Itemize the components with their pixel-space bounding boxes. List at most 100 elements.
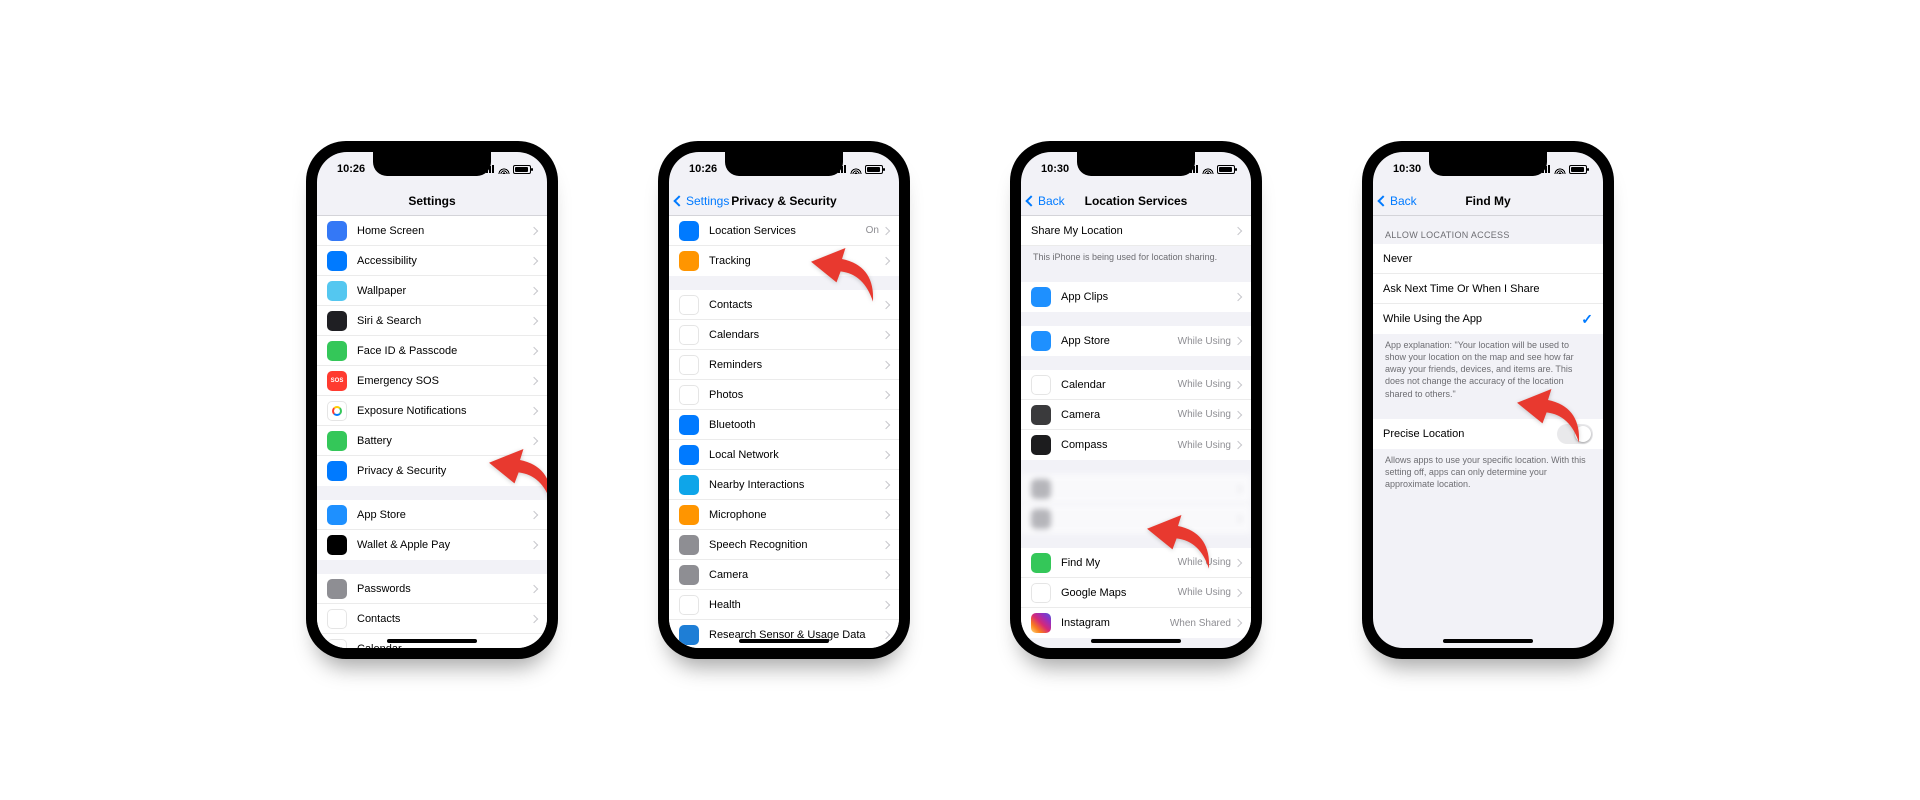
row-accessibility[interactable]: Accessibility [317, 246, 547, 276]
footer-text: This iPhone is being used for location s… [1021, 246, 1251, 268]
chevron-right-icon [530, 436, 538, 444]
share-location-row[interactable]: Share My Location [1021, 216, 1251, 246]
row-camera-p[interactable]: Camera [669, 560, 899, 590]
privacy-icon [327, 461, 347, 481]
row-exposure[interactable]: Exposure Notifications [317, 396, 547, 426]
row-health[interactable]: Health [669, 590, 899, 620]
home-indicator[interactable] [1091, 639, 1181, 643]
row-app-store[interactable]: App StoreWhile Using [1021, 326, 1251, 356]
row-calendar[interactable]: CalendarWhile Using [1021, 370, 1251, 400]
camera-p-icon [679, 565, 699, 585]
wifi-icon [850, 165, 862, 174]
row-privacy[interactable]: Privacy & Security [317, 456, 547, 486]
app-store-icon [327, 505, 347, 525]
photos-icon [679, 385, 699, 405]
row-label: Wallet & Apple Pay [357, 539, 531, 551]
tracking-icon [679, 251, 699, 271]
row-camera[interactable]: CameraWhile Using [1021, 400, 1251, 430]
toggle-switch[interactable] [1557, 424, 1593, 444]
row-find-my[interactable]: Find MyWhile Using [1021, 548, 1251, 578]
wallpaper-icon [327, 281, 347, 301]
back-button[interactable]: Back [1027, 186, 1065, 215]
row-ask[interactable]: Ask Next Time Or When I Share [1373, 274, 1603, 304]
row-local-network[interactable]: Local Network [669, 440, 899, 470]
page-title: Find My [1465, 194, 1510, 208]
row-label: Health [709, 599, 883, 611]
siri-icon [327, 311, 347, 331]
row-siri[interactable]: Siri & Search [317, 306, 547, 336]
row-label: Find My [1061, 557, 1178, 569]
row-photos[interactable]: Photos [669, 380, 899, 410]
row-contacts[interactable]: Contacts [669, 290, 899, 320]
row-label: Calendar [1061, 379, 1178, 391]
row-wallet[interactable]: Wallet & Apple Pay [317, 530, 547, 560]
row-wallpaper[interactable]: Wallpaper [317, 276, 547, 306]
row-compass[interactable]: CompassWhile Using [1021, 430, 1251, 460]
home-indicator[interactable] [387, 639, 477, 643]
row-label: Siri & Search [357, 315, 531, 327]
chevron-right-icon [882, 330, 890, 338]
back-button[interactable]: Settings [675, 186, 729, 215]
row-while[interactable]: While Using the App✓ [1373, 304, 1603, 334]
row-blur1[interactable] [1021, 474, 1251, 504]
row-label: While Using the App [1383, 313, 1581, 325]
nav-bar: Back Location Services [1021, 186, 1251, 216]
home-indicator[interactable] [739, 639, 829, 643]
notch [1429, 152, 1547, 176]
chevron-right-icon [1234, 484, 1242, 492]
chevron-right-icon [882, 630, 890, 638]
row-home-screen[interactable]: Home Screen [317, 216, 547, 246]
chevron-left-icon [1025, 195, 1036, 206]
row-app-store[interactable]: App Store [317, 500, 547, 530]
row-label: Privacy & Security [357, 465, 531, 477]
row-never[interactable]: Never [1373, 244, 1603, 274]
chevron-right-icon [882, 257, 890, 265]
research-icon [679, 625, 699, 645]
row-blur2[interactable] [1021, 504, 1251, 534]
row-bluetooth[interactable]: Bluetooth [669, 410, 899, 440]
passwords-icon [327, 579, 347, 599]
row-label: Camera [709, 569, 883, 581]
row-label: Instagram [1061, 617, 1170, 629]
row-tracking[interactable]: Tracking [669, 246, 899, 276]
row-instagram[interactable]: InstagramWhen Shared [1021, 608, 1251, 638]
chevron-right-icon [1234, 226, 1242, 234]
nav-bar: Back Find My [1373, 186, 1603, 216]
row-battery[interactable]: Battery [317, 426, 547, 456]
bluetooth-icon [679, 415, 699, 435]
contacts-icon [679, 295, 699, 315]
back-button[interactable]: Back [1379, 186, 1417, 215]
row-label: Compass [1061, 439, 1178, 451]
row-reminders-p[interactable]: Reminders [669, 350, 899, 380]
row-label: Calendar [357, 643, 531, 649]
battery-icon [1217, 165, 1235, 174]
row-passwords[interactable]: Passwords [317, 574, 547, 604]
row-label: Exposure Notifications [357, 405, 531, 417]
local-network-icon [679, 445, 699, 465]
row-contacts[interactable]: Contacts [317, 604, 547, 634]
row-label: Location Services [709, 225, 866, 237]
row-microphone[interactable]: Microphone [669, 500, 899, 530]
notch [725, 152, 843, 176]
home-indicator[interactable] [1443, 639, 1533, 643]
chevron-right-icon [1234, 410, 1242, 418]
row-google-maps[interactable]: Google MapsWhile Using [1021, 578, 1251, 608]
row-app-clips[interactable]: App Clips [1021, 282, 1251, 312]
nav-bar: Settings Privacy & Security [669, 186, 899, 216]
row-sos[interactable]: SOSEmergency SOS [317, 366, 547, 396]
row-research[interactable]: Research Sensor & Usage Data [669, 620, 899, 648]
chevron-right-icon [530, 256, 538, 264]
row-calendars[interactable]: Calendars [669, 320, 899, 350]
row-location-services[interactable]: Location ServicesOn [669, 216, 899, 246]
row-faceid[interactable]: Face ID & Passcode [317, 336, 547, 366]
row-label: Ask Next Time Or When I Share [1383, 283, 1593, 295]
row-value: While Using [1178, 409, 1231, 420]
row-speech[interactable]: Speech Recognition [669, 530, 899, 560]
exposure-icon [327, 401, 347, 421]
row-nearby[interactable]: Nearby Interactions [669, 470, 899, 500]
phone-privacy: 10:26 Settings Privacy & Security Locati… [658, 141, 910, 659]
row-label: Accessibility [357, 255, 531, 267]
calendars-icon [679, 325, 699, 345]
precise-location-row[interactable]: Precise Location [1373, 419, 1603, 449]
row-label: Emergency SOS [357, 375, 531, 387]
